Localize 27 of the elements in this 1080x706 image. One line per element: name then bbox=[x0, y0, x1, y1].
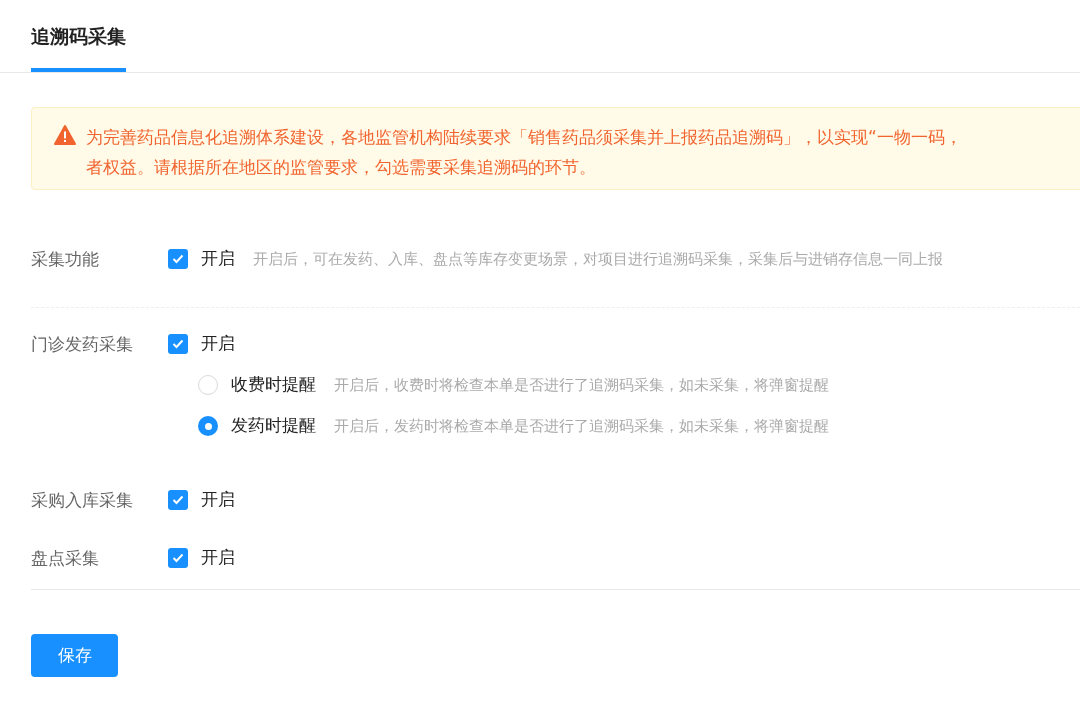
radio-label: 发药时提醒 bbox=[231, 414, 316, 438]
checkbox-label: 开启 bbox=[201, 488, 235, 512]
checkmark-icon bbox=[172, 254, 184, 264]
setting-label: 采集功能 bbox=[31, 248, 100, 271]
checkmark-icon bbox=[172, 339, 184, 349]
alert-text: 者权益。请根据所在地区的监管要求，勾选需要采集追溯码的环节。 bbox=[86, 156, 597, 179]
checkbox-label: 开启 bbox=[201, 332, 235, 356]
hint-text: 开启后，发药时将检查本单是否进行了追溯码采集，如未采集，将弹窗提醒 bbox=[334, 415, 829, 437]
radio-button[interactable] bbox=[198, 416, 218, 436]
checkbox-label: 开启 bbox=[201, 247, 235, 271]
hint-text: 开启后，收费时将检查本单是否进行了追溯码采集，如未采集，将弹窗提醒 bbox=[334, 374, 829, 396]
setting-label: 门诊发药采集 bbox=[31, 333, 134, 356]
warning-icon bbox=[54, 125, 76, 145]
tab[interactable]: 追溯码采集 bbox=[31, 0, 126, 72]
checkbox[interactable] bbox=[168, 249, 188, 269]
hint-text: 开启后，可在发药、入库、盘点等库存变更场景，对项目进行追溯码采集，采集后与进销存信息一同上报 bbox=[253, 248, 943, 270]
checkbox[interactable] bbox=[168, 490, 188, 510]
checkbox[interactable] bbox=[168, 548, 188, 568]
checkbox-label: 开启 bbox=[201, 546, 235, 570]
setting-label: 采购入库采集 bbox=[31, 489, 134, 512]
checkmark-icon bbox=[172, 495, 184, 505]
alert-text: 为完善药品信息化追溯体系建设，各地监管机构陆续要求「销售药品须采集并上报药品追溯码」，以实现“一物一码， bbox=[86, 126, 962, 149]
radio-button[interactable] bbox=[198, 375, 218, 395]
checkbox[interactable] bbox=[168, 334, 188, 354]
radio-label: 收费时提醒 bbox=[231, 373, 316, 397]
setting-label: 盘点采集 bbox=[31, 547, 100, 570]
checkmark-icon bbox=[172, 553, 184, 563]
